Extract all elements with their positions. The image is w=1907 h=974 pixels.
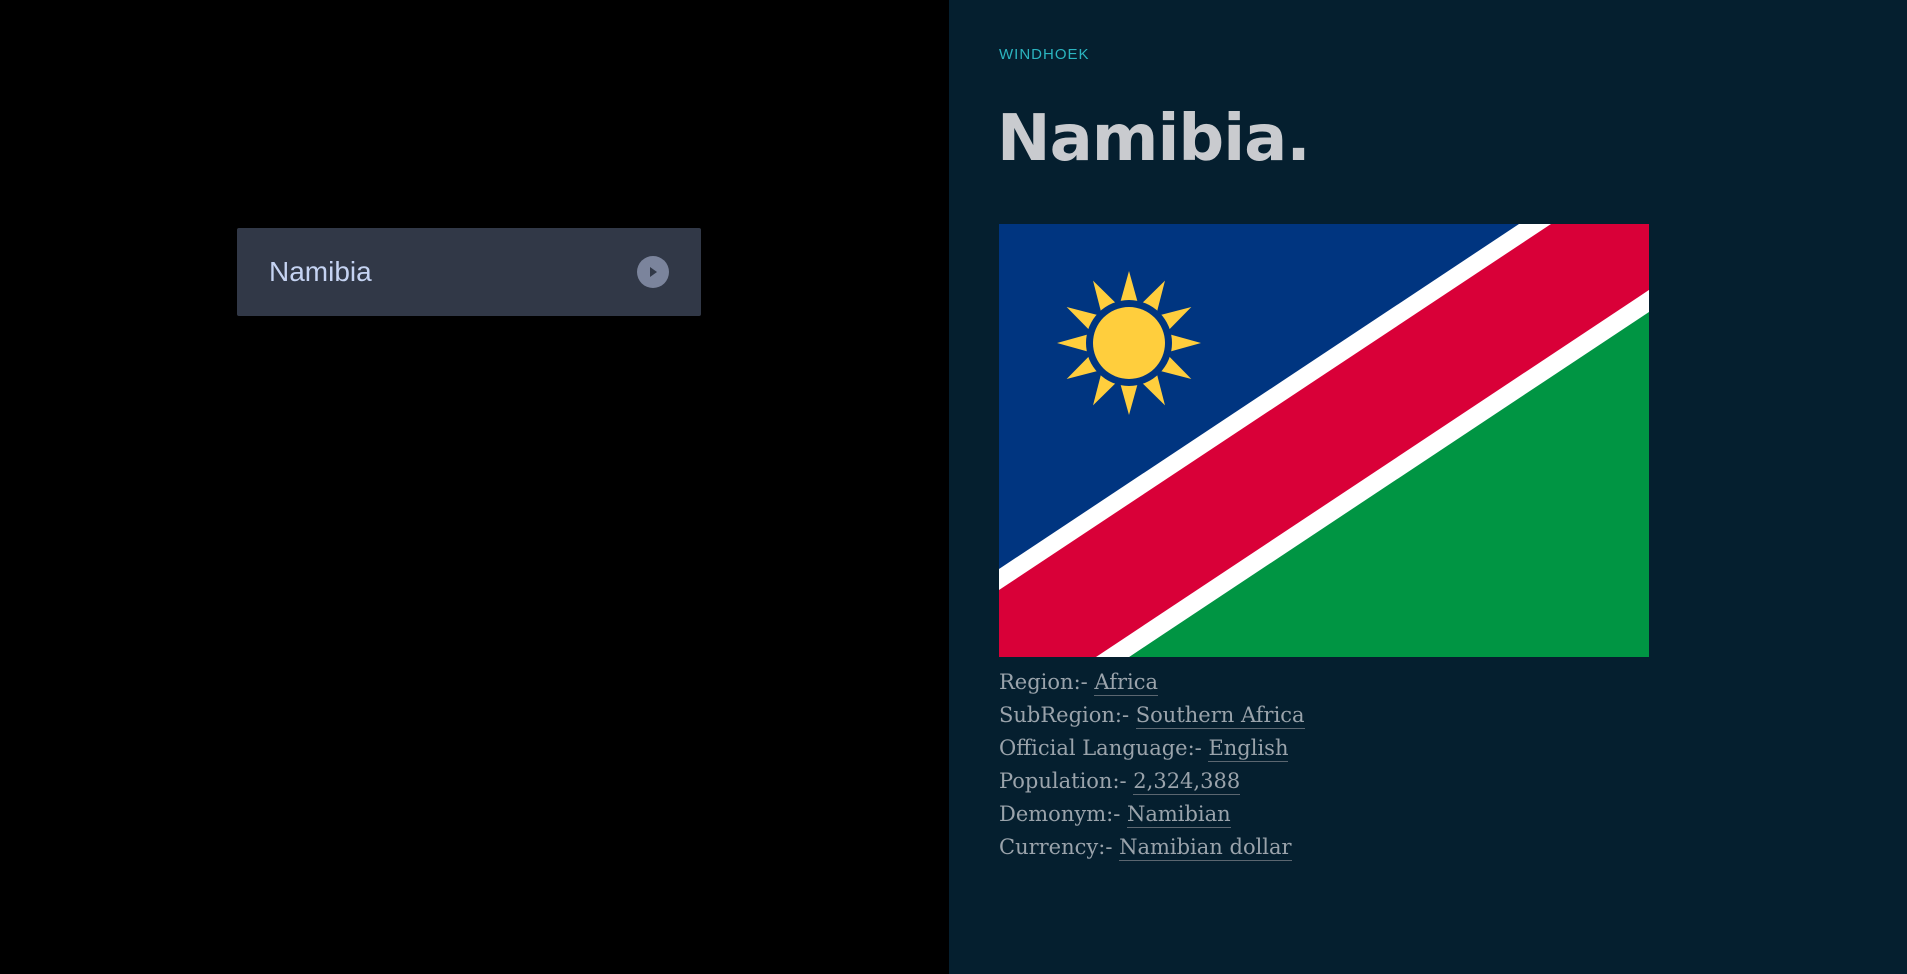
fact-currency: Currency:- Namibian dollar xyxy=(999,831,1305,864)
fact-value-link[interactable]: Namibian dollar xyxy=(1119,835,1292,861)
fact-label: Demonym:- xyxy=(999,802,1127,826)
fact-value-link[interactable]: 2,324,388 xyxy=(1133,769,1241,795)
fact-label: Currency:- xyxy=(999,835,1120,859)
app-root: Namibia WINDHOEK Namibia. Region:- Afric… xyxy=(0,0,1907,974)
fact-demonym: Demonym:- Namibian xyxy=(999,798,1305,831)
fact-value-link[interactable]: English xyxy=(1208,736,1289,762)
fact-label: SubRegion:- xyxy=(999,703,1136,727)
page-title: Namibia. xyxy=(997,102,1311,176)
country-facts: Region:- Africa SubRegion:- Southern Afr… xyxy=(999,666,1305,864)
fact-label: Region:- xyxy=(999,670,1095,694)
capital-label: WINDHOEK xyxy=(999,46,1090,63)
fact-value-link[interactable]: Namibian xyxy=(1126,802,1231,828)
country-detail-pane: WINDHOEK Namibia. Region:- Africa SubReg… xyxy=(949,0,1907,974)
fact-value-link[interactable]: Africa xyxy=(1094,670,1159,696)
namibia-flag xyxy=(999,224,1649,657)
country-select-value: Namibia xyxy=(269,256,372,287)
country-select[interactable]: Namibia xyxy=(237,228,701,316)
fact-language: Official Language:- English xyxy=(999,732,1305,765)
fact-value-link[interactable]: Southern Africa xyxy=(1135,703,1305,729)
fact-label: Official Language:- xyxy=(999,736,1209,760)
fact-label: Population:- xyxy=(999,769,1134,793)
caret-right-icon[interactable] xyxy=(637,256,669,288)
fact-region: Region:- Africa xyxy=(999,666,1305,699)
fact-subregion: SubRegion:- Southern Africa xyxy=(999,699,1305,732)
selector-pane: Namibia xyxy=(0,0,949,974)
fact-population: Population:- 2,324,388 xyxy=(999,765,1305,798)
